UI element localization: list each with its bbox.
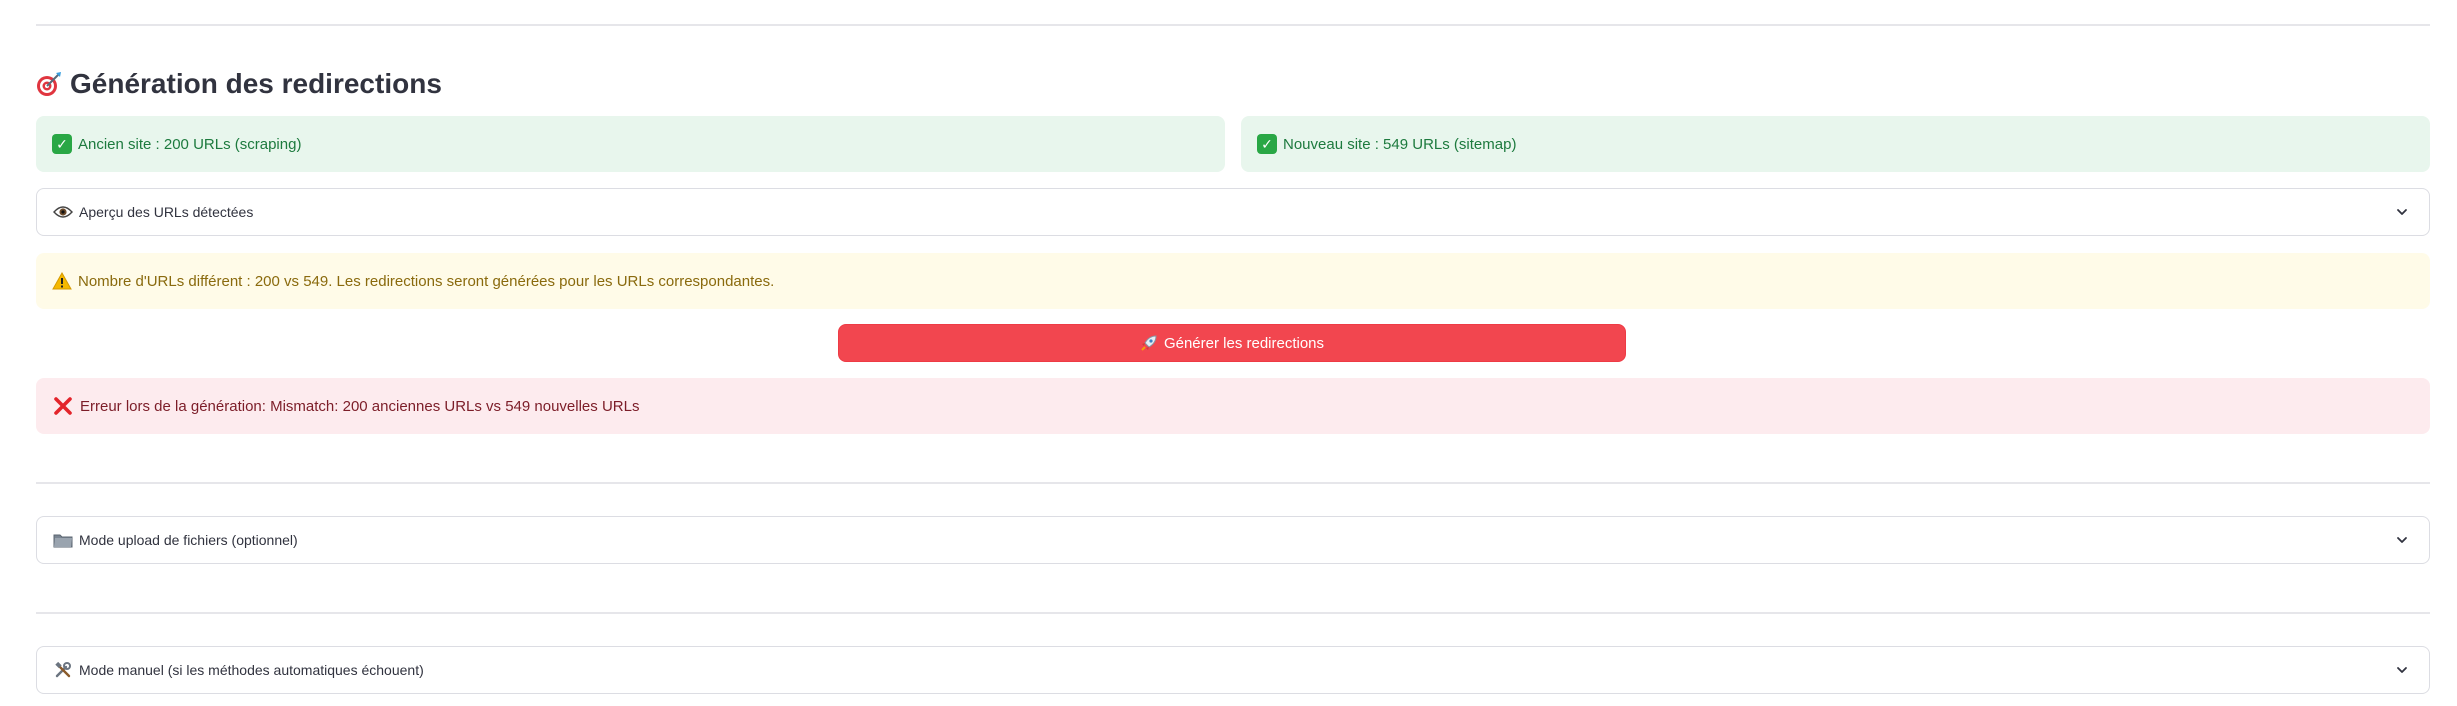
expander-label: Mode upload de fichiers (optionnel) <box>79 532 298 548</box>
eye-icon <box>53 203 73 221</box>
expander-url-preview[interactable]: Aperçu des URLs détectées <box>36 188 2430 236</box>
new-site-alert: ✓ Nouveau site : 549 URLs (sitemap) <box>1241 116 2430 172</box>
target-dart-icon <box>34 69 64 99</box>
generate-button-label: Générer les redirections <box>1163 334 1325 352</box>
folder-icon <box>53 531 73 549</box>
tools-icon <box>53 661 73 679</box>
warning-alert: Nombre d'URLs différent : 200 vs 549. Le… <box>36 253 2430 309</box>
generate-redirections-button[interactable]: Générer les redirections <box>838 324 1626 362</box>
expander-label: Aperçu des URLs détectées <box>79 204 254 220</box>
warning-icon <box>52 271 72 291</box>
check-icon: ✓ <box>1257 134 1277 154</box>
error-text: Erreur lors de la génération: Mismatch: … <box>80 397 640 415</box>
chevron-down-icon[interactable] <box>2393 531 2411 549</box>
rocket-icon <box>1140 334 1158 352</box>
warning-text: Nombre d'URLs différent : 200 vs 549. Le… <box>78 272 775 290</box>
old-site-text: Ancien site : 200 URLs (scraping) <box>78 135 302 153</box>
check-icon: ✓ <box>52 134 72 154</box>
expander-upload-mode[interactable]: Mode upload de fichiers (optionnel) <box>36 516 2430 564</box>
middle-divider <box>36 482 2430 484</box>
section-heading: Génération des redirections <box>34 64 442 104</box>
lower-divider <box>36 612 2430 614</box>
expander-manual-mode[interactable]: Mode manuel (si les méthodes automatique… <box>36 646 2430 694</box>
chevron-down-icon[interactable] <box>2393 661 2411 679</box>
top-divider <box>36 24 2430 26</box>
error-alert: Erreur lors de la génération: Mismatch: … <box>36 378 2430 434</box>
cross-icon <box>52 395 74 417</box>
new-site-text: Nouveau site : 549 URLs (sitemap) <box>1283 135 1517 153</box>
old-site-alert: ✓ Ancien site : 200 URLs (scraping) <box>36 116 1225 172</box>
expander-label: Mode manuel (si les méthodes automatique… <box>79 662 424 678</box>
chevron-down-icon[interactable] <box>2393 203 2411 221</box>
page-title: Génération des redirections <box>70 68 442 99</box>
